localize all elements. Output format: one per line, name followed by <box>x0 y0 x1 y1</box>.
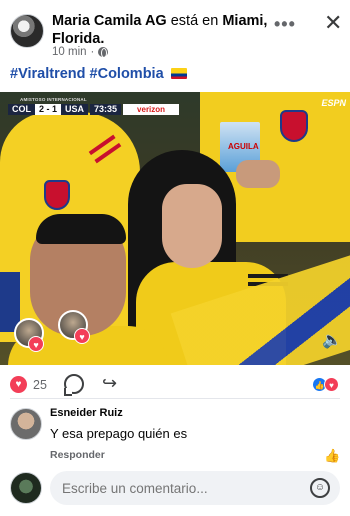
crest-icon <box>44 180 70 210</box>
post-header: Maria Camila AG está en Miami, Florida. … <box>0 0 350 62</box>
reaction-count[interactable]: 25 <box>33 378 47 392</box>
heart-icon: ♥ <box>28 336 44 352</box>
thumbs-up-icon[interactable]: 👍 <box>324 448 340 464</box>
more-horizontal-icon: ••• <box>274 14 296 34</box>
colombia-flag-icon <box>170 68 187 79</box>
video-player[interactable]: AGUILA AMISTOSO INTERNACIONAL COL 2 - 1 … <box>0 92 350 365</box>
user-avatar[interactable] <box>10 472 42 504</box>
author-name[interactable]: Maria Camila AG <box>52 13 167 29</box>
woman-face <box>162 184 222 268</box>
heart-icon: ♥ <box>74 328 90 344</box>
scoreboard: AMISTOSO INTERNACIONAL COL 2 - 1 USA 73:… <box>8 97 180 115</box>
post-time[interactable]: 10 min <box>52 46 87 58</box>
post-caption: #Viraltrend #Colombia <box>10 66 187 82</box>
competition-label: AMISTOSO INTERNACIONAL <box>20 97 87 102</box>
match-score: 2 - 1 <box>35 104 62 115</box>
checkin-verb: está en <box>170 13 219 29</box>
comment-icon[interactable] <box>64 374 84 396</box>
match-clock: 73:35 <box>90 104 122 115</box>
hashtag-viraltrend[interactable]: #Viraltrend <box>10 66 86 82</box>
share-icon[interactable]: ↪ <box>102 373 117 394</box>
comment-item: Esneider Ruiz Y esa prepago quién es Res… <box>0 402 350 466</box>
away-team: USA <box>61 104 89 115</box>
volume-icon[interactable]: 🔈 <box>322 330 342 350</box>
comment-author[interactable]: Esneider Ruiz <box>50 407 123 419</box>
heart-reaction-icon[interactable]: ♥ <box>10 376 27 393</box>
fan-hand <box>236 160 280 188</box>
home-team: COL <box>8 104 35 115</box>
comment-input[interactable] <box>50 471 340 505</box>
post-meta: 10 min · <box>52 46 109 58</box>
hashtag-colombia[interactable]: #Colombia <box>90 66 164 82</box>
comment-composer: ☺ <box>0 468 350 508</box>
reply-button[interactable]: Responder <box>50 449 105 461</box>
comment-text: Y esa prepago quién es <box>50 426 188 441</box>
crest-icon <box>280 110 308 142</box>
divider <box>10 398 340 399</box>
author-avatar[interactable] <box>10 14 44 48</box>
commenter-avatar[interactable] <box>10 408 42 440</box>
network-logo: ESPN <box>321 98 346 108</box>
close-icon: ✕ <box>324 10 343 35</box>
more-options-button[interactable]: ••• <box>274 14 296 35</box>
cup-label: AGUILA <box>228 142 259 151</box>
sponsor-logo: verizon <box>123 104 180 115</box>
floating-reactions: ♥ ♥ <box>14 310 104 354</box>
emoji-icon[interactable]: ☺ <box>310 478 330 498</box>
globe-icon <box>98 47 109 58</box>
love-summary-icon[interactable]: ♥ <box>324 377 339 392</box>
close-button[interactable]: ✕ <box>324 10 342 36</box>
post-header-text: Maria Camila AG está en Miami, Florida. <box>52 13 268 47</box>
reactions-bar: ♥ 25 ↪ 👍 ♥ <box>0 372 350 398</box>
